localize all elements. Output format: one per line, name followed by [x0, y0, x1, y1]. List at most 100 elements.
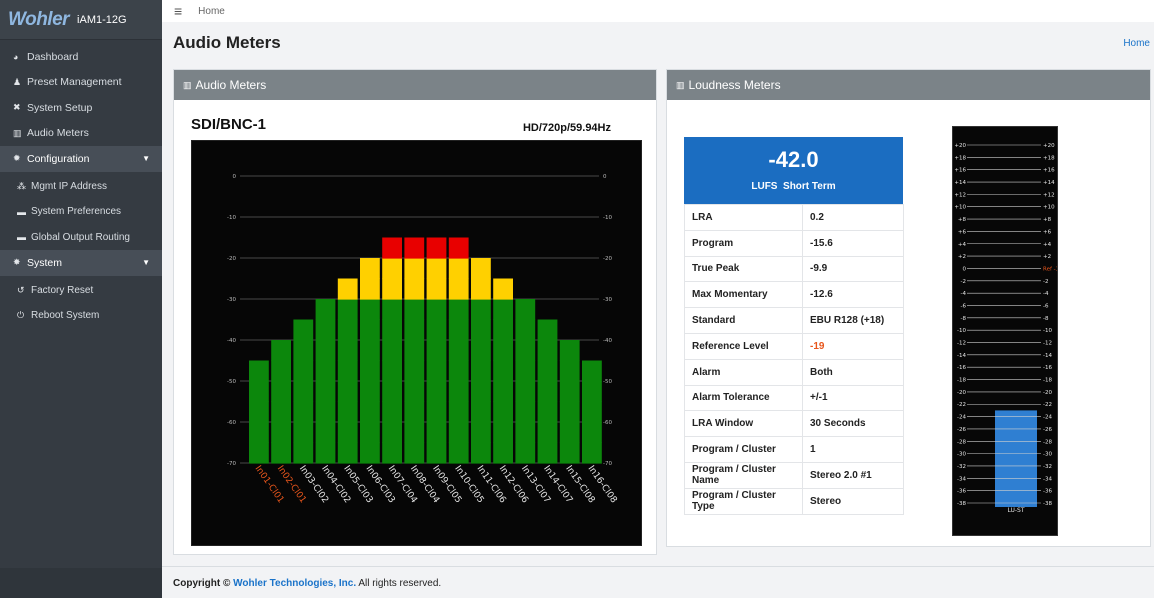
meter-segment — [249, 442, 269, 464]
meter-segment — [515, 299, 536, 321]
meter-segment — [360, 422, 380, 444]
meter-segment — [559, 381, 580, 403]
lu-tick-right: +6 — [1043, 229, 1052, 235]
lu-meter-label: LU-ST — [1007, 507, 1024, 514]
lu-tick-right: +20 — [1043, 143, 1055, 149]
brand[interactable]: Wohler iAM1-12G — [0, 0, 162, 40]
meter-segment — [382, 422, 402, 444]
lufs-value: -42.0 — [768, 147, 819, 172]
stats-value: -12.6 — [802, 281, 904, 309]
meter-segment — [404, 442, 425, 464]
nav-system[interactable]: ✸ System ▼ — [0, 250, 162, 276]
lu-tick-left: -8 — [961, 316, 967, 322]
meter-segment — [382, 360, 402, 382]
meter-segment — [448, 319, 469, 341]
undo-icon: ↺ — [17, 284, 25, 295]
meter-segment — [293, 360, 314, 382]
meter-segment — [471, 442, 491, 464]
lu-tick-right: +18 — [1043, 155, 1055, 161]
meter-segment — [315, 422, 336, 444]
stats-value: -19 — [802, 332, 904, 360]
lu-tick-right: +4 — [1043, 242, 1052, 248]
meter-segment — [471, 258, 491, 280]
meter-segment — [515, 422, 536, 444]
lufs-readout: -42.0 LUFS Short Term — [684, 137, 903, 204]
meter-bar — [293, 319, 314, 464]
meter-segment — [337, 278, 358, 300]
meter-segment — [382, 442, 402, 464]
nav-reboot-system[interactable]: ⏻ Reboot System — [0, 303, 162, 329]
top-home-link[interactable]: Home — [198, 6, 225, 17]
lu-tick-left: -14 — [957, 353, 966, 359]
meter-segment — [382, 401, 402, 423]
meter-segment — [448, 422, 469, 444]
meter-segment — [382, 278, 402, 300]
lu-tick-right: -36 — [1043, 489, 1052, 495]
lu-tick-right: -10 — [1043, 328, 1052, 334]
meter-segment — [582, 442, 602, 464]
meter-segment — [404, 237, 425, 259]
copyright-prefix: Copyright © — [173, 578, 231, 589]
nav-dashboard-label: Dashboard — [27, 50, 79, 63]
scale-label-right: -60 — [603, 420, 612, 426]
lu-tick-left: +10 — [954, 205, 966, 211]
meter-bar — [382, 237, 402, 464]
nav-preset-management[interactable]: ♟ Preset Management — [0, 70, 162, 96]
lu-tick-right: -4 — [1043, 291, 1049, 297]
meter-segment — [271, 401, 291, 423]
meter-segment — [360, 442, 380, 464]
scale-label-left: 0 — [233, 174, 237, 180]
lu-tick-right: -12 — [1043, 341, 1052, 347]
nav-mgmt-ip[interactable]: ⁂ Mgmt IP Address — [0, 174, 162, 200]
company-link[interactable]: Wohler Technologies, Inc. — [233, 578, 356, 589]
nav-audio-meters[interactable]: ▥ Audio Meters — [0, 121, 162, 147]
meter-segment — [537, 381, 558, 403]
loudness-stats-table: LRA 0.2 Program -15.6 True Peak -9.9 Max Momen… — [684, 204, 904, 515]
nav-mgmt-ip-label: Mgmt IP Address — [31, 180, 107, 192]
meter-segment — [582, 360, 602, 382]
nav-system-preferences[interactable]: ▬ System Preferences — [0, 199, 162, 225]
nav-configuration[interactable]: ✹ Configuration ▼ — [0, 146, 162, 172]
nav-global-output-routing[interactable]: ▬ Global Output Routing — [0, 225, 162, 251]
meter-segment — [382, 299, 402, 321]
meter-segment — [493, 401, 513, 423]
meter-segment — [426, 360, 447, 382]
nav-global-output-routing-label: Global Output Routing — [31, 231, 130, 243]
lu-tick-left: -16 — [957, 365, 966, 371]
meter-segment — [426, 422, 447, 444]
nav-system-setup[interactable]: ✖ System Setup — [0, 95, 162, 121]
lu-tick-right: -26 — [1043, 427, 1052, 433]
audio-meters-card: ▥ Audio Meters SDI/BNC-1 HD/720p/59.94Hz… — [173, 69, 657, 555]
chevron-down-icon: ▼ — [142, 154, 150, 164]
meter-segment — [448, 278, 469, 300]
lu-tick-right: -22 — [1043, 402, 1052, 408]
meter-bar — [582, 360, 602, 464]
breadcrumb-home[interactable]: Home — [1123, 38, 1150, 49]
meter-segment — [293, 422, 314, 444]
stats-value: Stereo — [802, 487, 904, 515]
chart-icon: ▥ — [183, 79, 192, 90]
meter-segment — [249, 360, 269, 382]
meter-segment — [515, 401, 536, 423]
lu-tick-left: +18 — [954, 155, 966, 161]
meter-segment — [315, 340, 336, 362]
menu-toggle-icon[interactable]: ≡ — [174, 3, 182, 19]
power-icon: ⏻ — [17, 310, 25, 321]
meter-segment — [448, 442, 469, 464]
scale-label-right: -30 — [603, 297, 612, 303]
nav-dashboard[interactable]: ◕ Dashboard — [0, 44, 162, 70]
audio-bar-meters: 0 0 -10 -10 -20 -20 -30 -30 -40 -40 -50 -50 -60 -60 -7… — [191, 140, 642, 546]
stats-row: Alarm Both — [684, 358, 904, 386]
audio-meters-card-title: Audio Meters — [195, 78, 267, 92]
meter-segment — [426, 299, 447, 321]
lu-tick-right: +8 — [1043, 217, 1052, 223]
lu-tick-right: -14 — [1043, 353, 1052, 359]
chevron-down-icon: ▼ — [142, 258, 150, 268]
stats-row: True Peak -9.9 — [684, 255, 904, 283]
lu-tick-left: -38 — [957, 501, 966, 507]
meter-segment — [471, 278, 491, 300]
meter-segment — [315, 360, 336, 382]
lu-tick-left: -6 — [961, 303, 967, 309]
nav-factory-reset[interactable]: ↺ Factory Reset — [0, 278, 162, 304]
lufs-unit: LUFS — [751, 181, 778, 192]
